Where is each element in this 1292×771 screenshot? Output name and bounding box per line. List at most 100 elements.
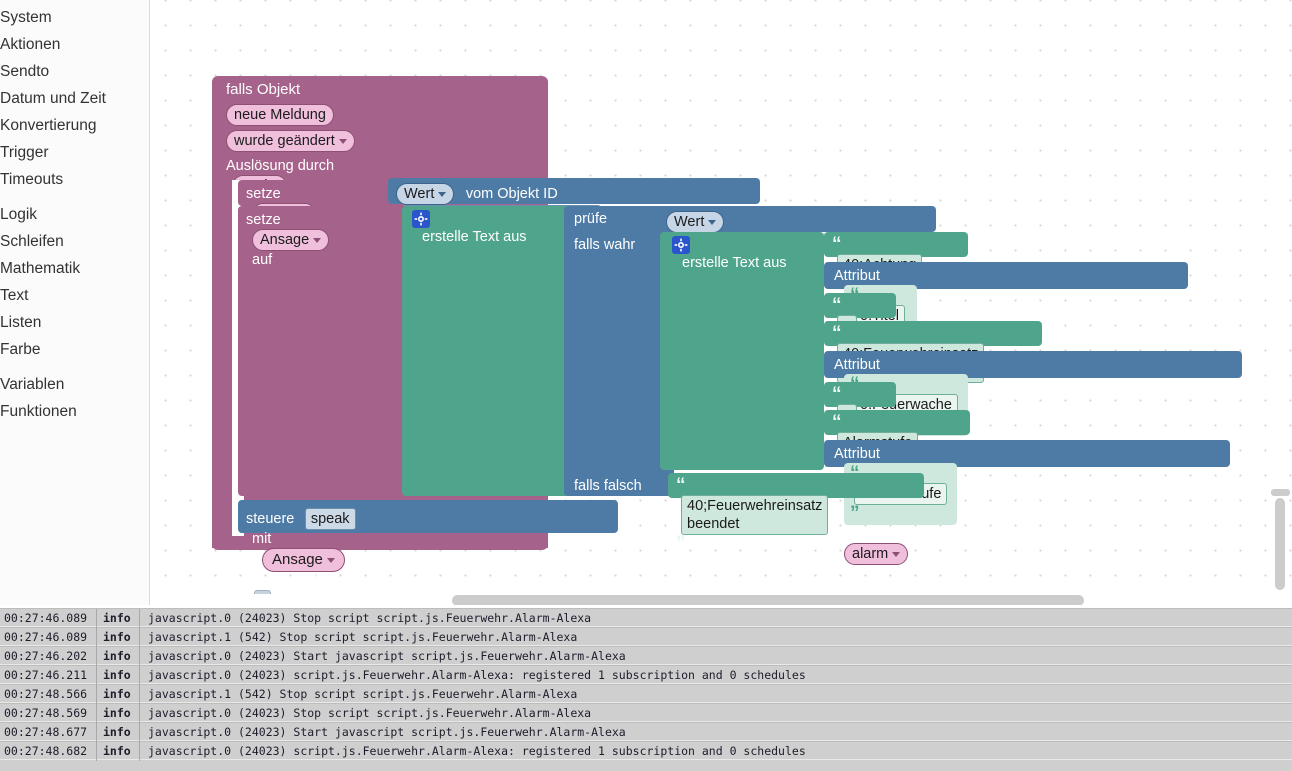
chevron-down-icon <box>338 138 347 144</box>
quote-open-icon: “ <box>832 383 841 405</box>
chevron-down-icon <box>892 551 901 557</box>
log-message: javascript.0 (24023) script.js.Feuerwehr… <box>148 744 806 758</box>
log-row[interactable]: 00:27:48.566 info javascript.1 (542) Stop … <box>0 684 1292 704</box>
toolbox-item-trigger[interactable]: Trigger <box>0 139 149 166</box>
set-ansage-variable-dropdown[interactable]: Ansage <box>252 229 330 251</box>
log-severity: info <box>96 609 140 628</box>
log-row[interactable]: 00:27:48.569 info javascript.0 (24023) Sto… <box>0 703 1292 723</box>
toolbox-item-konvertierung[interactable]: Konvertierung <box>0 112 149 139</box>
speak-block-row: steuere speak mit Ansage mit Verzögerung <box>246 508 366 605</box>
toolbox-item-sendto[interactable]: Sendto <box>0 58 149 85</box>
else-text-value[interactable]: 40;Feuerwehreinsatz beendet <box>681 495 829 535</box>
quote-open-icon: “ <box>832 294 841 316</box>
gear-icon[interactable] <box>672 236 690 254</box>
quote-open-icon: “ <box>832 411 841 433</box>
trigger-event-dropdown[interactable]: wurde geändert <box>226 130 355 152</box>
toolbox-item-farbe[interactable]: Farbe <box>0 336 149 363</box>
log-row[interactable]: 00:27:48.677 info javascript.0 (24023) Sta… <box>0 722 1292 742</box>
log-row[interactable]: 00:27:46.089 info javascript.0 (24023) Sto… <box>0 608 1292 628</box>
create-text-inner-row: erstelle Text aus <box>672 236 787 272</box>
create-text-inner-label: erstelle Text aus <box>682 254 787 271</box>
value-type-dropdown-alarm[interactable]: Wert <box>396 183 455 205</box>
attribute-label: Attribut <box>834 356 880 373</box>
toolbox-item-funktionen[interactable]: Funktionen <box>0 398 149 425</box>
log-severity: info <box>96 742 140 761</box>
toolbox-item-schleifen[interactable]: Schleifen <box>0 228 149 255</box>
toolbox-item-datum-und-zeit[interactable]: Datum und Zeit <box>0 85 149 112</box>
trigger-object-field-wrap: neue Meldung <box>226 104 334 126</box>
toolbox-item-logik[interactable]: Logik <box>0 201 149 228</box>
set-ansage-row: setze Ansage auf <box>246 211 330 269</box>
log-severity: info <box>96 723 140 742</box>
log-message: javascript.0 (24023) Start javascript sc… <box>148 725 626 739</box>
attribute-label: Attribut <box>834 267 880 284</box>
log-message: javascript.0 (24023) Stop script script.… <box>148 611 592 625</box>
log-severity: info <box>96 628 140 647</box>
log-timestamp: 00:27:48.677 <box>4 725 88 739</box>
attribute-block-row: Attribut “ 0.Alarmstufe ” vom Objekt ala… <box>834 445 958 565</box>
quote-open-icon: “ <box>676 474 685 496</box>
toolbox-item-variablen[interactable]: Variablen <box>0 371 149 398</box>
log-panel[interactable]: 00:27:46.089 info javascript.0 (24023) Sto… <box>0 608 1292 771</box>
log-timestamp: 00:27:48.566 <box>4 687 88 701</box>
log-message: javascript.0 (24023) script.js.Feuerwehr… <box>148 668 806 682</box>
speak-command-field[interactable]: speak <box>304 508 356 530</box>
if-pruefe-label: prüfe <box>574 211 608 227</box>
quote-close-icon: ” <box>676 532 685 554</box>
speak-steuere-label: steuere <box>246 510 295 527</box>
vertical-scrollbar-thumb[interactable] <box>1275 498 1285 590</box>
chevron-down-icon <box>708 219 717 225</box>
speak-mit-label: mit <box>252 530 272 547</box>
attribute-object-label: alarm <box>852 546 889 562</box>
speak-variable-label: Ansage <box>272 551 323 568</box>
log-message: javascript.1 (542) Stop script script.js… <box>148 687 578 701</box>
toolbox-item-system[interactable]: System <box>0 4 149 31</box>
else-text-row: “ 40;Feuerwehreinsatz beendet ” <box>676 474 833 554</box>
toolbox-item-mathematik[interactable]: Mathematik <box>0 255 149 282</box>
attribute-vom-objekt-label: vom Objekt <box>844 525 918 542</box>
value-type-dropdown-condition[interactable]: Wert <box>666 211 725 233</box>
log-timestamp: 00:27:46.089 <box>4 630 88 644</box>
log-severity: info <box>96 704 140 723</box>
log-row[interactable]: 00:27:46.089 info javascript.1 (542) Stop … <box>0 627 1292 647</box>
set-ansage-variable-label: Ansage <box>260 232 310 248</box>
toolbox-group-2: Logik Schleifen Mathematik Text Listen F… <box>0 201 149 363</box>
log-message: javascript.0 (24023) Stop script script.… <box>148 706 592 720</box>
set-alarm-keyword: setze <box>246 185 281 202</box>
speak-variable-dropdown[interactable]: Ansage <box>262 548 345 572</box>
attribute-object-dropdown[interactable]: alarm <box>844 543 909 565</box>
toolbox-item-text[interactable]: Text <box>0 282 149 309</box>
chevron-down-icon <box>326 557 335 563</box>
create-text-outer-row: erstelle Text aus <box>412 210 527 246</box>
toolbox-item-aktionen[interactable]: Aktionen <box>0 31 149 58</box>
toolbox-divider-2 <box>0 363 149 371</box>
toolbox-item-listen[interactable]: Listen <box>0 309 149 336</box>
toolbox-group-3: Variablen Funktionen <box>0 371 149 425</box>
create-text-outer-label: erstelle Text aus <box>422 228 527 245</box>
log-timestamp: 00:27:48.569 <box>4 706 88 720</box>
chevron-down-icon <box>438 191 447 197</box>
log-message: javascript.1 (542) Stop script script.js… <box>148 630 578 644</box>
create-text-outer-block[interactable] <box>402 206 570 496</box>
log-timestamp: 00:27:46.211 <box>4 668 88 682</box>
blockly-workspace[interactable]: falls Objekt neue Meldung wurde geändert… <box>150 0 1292 605</box>
trigger-source-label: Auslösung durch <box>226 157 335 174</box>
log-timestamp: 00:27:48.682 <box>4 744 88 758</box>
log-timestamp: 00:27:46.202 <box>4 649 88 663</box>
if-falls-wahr-label: falls wahr <box>574 237 636 253</box>
log-row[interactable]: 00:27:48.682 info javascript.0 (24023) scr… <box>0 741 1292 761</box>
log-row[interactable]: 00:27:46.202 info javascript.0 (24023) Sta… <box>0 646 1292 666</box>
trigger-title: falls Objekt <box>226 81 301 98</box>
toolbox-item-timeouts[interactable]: Timeouts <box>0 166 149 193</box>
vertical-scrollbar-cap[interactable] <box>1271 489 1290 496</box>
log-severity: info <box>96 647 140 666</box>
log-row[interactable]: 00:27:46.211 info javascript.0 (24023) scr… <box>0 665 1292 685</box>
quote-open-icon: “ <box>832 322 841 344</box>
trigger-object-field[interactable]: neue Meldung <box>226 104 334 126</box>
if-falls-falsch-label: falls falsch <box>574 478 642 494</box>
attribute-label: Attribut <box>834 445 880 462</box>
object-id-label-alarm: vom Objekt ID <box>465 185 558 202</box>
speak-delay-label: mit Verzögerung <box>260 572 366 589</box>
blockly-script-editor: System Aktionen Sendto Datum und Zeit Ko… <box>0 0 1292 771</box>
gear-icon[interactable] <box>412 210 430 228</box>
